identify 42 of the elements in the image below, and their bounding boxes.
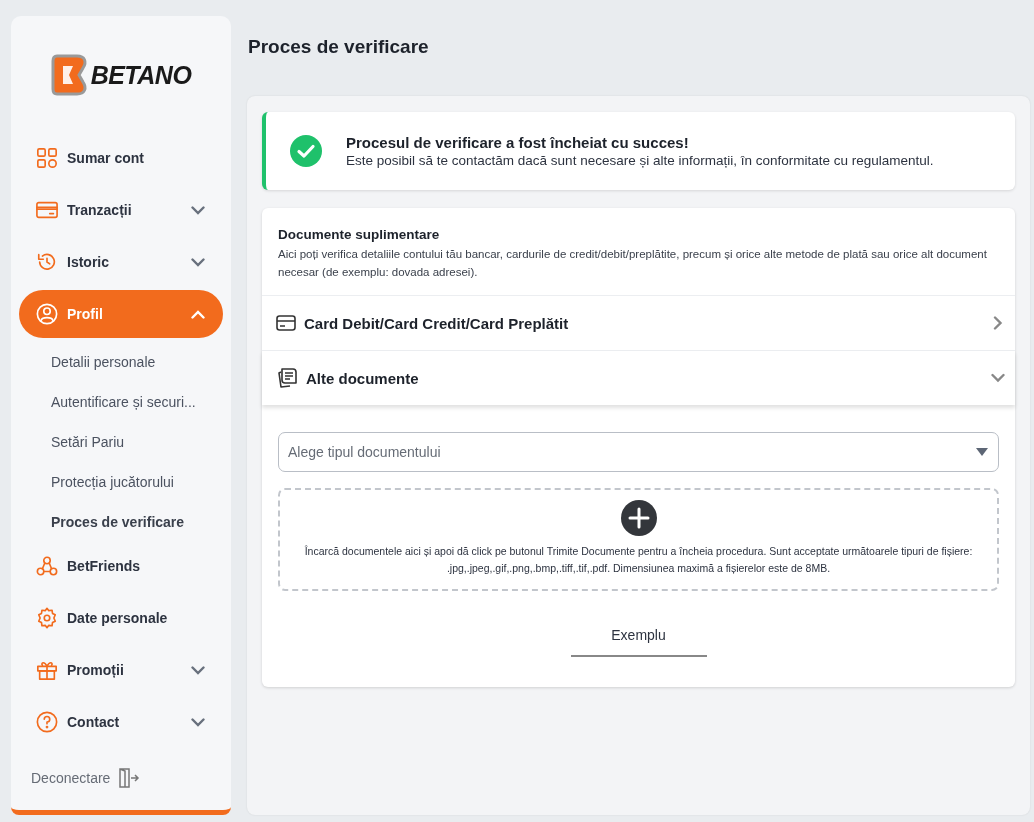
card-icon	[276, 315, 296, 331]
nav-item[interactable]: Istoric	[19, 238, 223, 286]
alert-message: Este posibil să te contactăm dacă sunt necesare și alte informații, în conformitate cu regulamentul.	[346, 153, 934, 168]
grid-icon	[36, 147, 58, 169]
submenu-item[interactable]: Proces de verificare	[19, 502, 223, 542]
history-icon	[36, 251, 58, 273]
section-description: Aici poți verifica detaliile contului tău bancar, cardurile de credit/debit/preplătite, precum și orice alte metode de plată sau orice alt document necesar (de exemplu: dovada adresei).	[278, 247, 988, 280]
dropdown-caret-icon	[975, 447, 989, 457]
nav-item[interactable]: Promoții	[19, 646, 223, 694]
submenu-item[interactable]: Setări Pariu	[19, 422, 223, 462]
logout-link[interactable]: Deconectare	[31, 768, 231, 788]
friends-icon	[36, 555, 58, 577]
accordion-row[interactable]: Alte documente	[262, 351, 1015, 405]
upload-dropzone[interactable]	[278, 488, 999, 591]
nav-item[interactable]: Sumar cont	[19, 134, 223, 182]
gear-icon	[36, 607, 58, 629]
nav-item[interactable]: Contact	[19, 698, 223, 746]
alert-title: Procesul de verificare a fost încheiat cu succes!	[346, 134, 690, 151]
submenu-item[interactable]: Detalii personale	[19, 342, 223, 382]
gift-icon	[36, 659, 58, 681]
submenu-item[interactable]: Protecția jucătorului	[19, 462, 223, 502]
help-icon	[36, 711, 58, 733]
accordion-row[interactable]: Card Debit/Card Credit/Card Preplătit	[262, 296, 1015, 351]
document-type-dropdown[interactable]: Alege tipul documentului	[278, 432, 999, 472]
section-title: Documente suplimentare	[278, 227, 441, 242]
exit-icon	[118, 768, 141, 788]
example-button[interactable]: Exemplu	[570, 621, 707, 657]
nav-item[interactable]: Tranzacții	[19, 186, 223, 234]
chevron-icon	[991, 316, 1005, 330]
documents-icon	[276, 367, 298, 389]
chevron-icon	[991, 371, 1005, 385]
card-icon	[36, 199, 58, 221]
page-title: Proces de verificare	[248, 36, 430, 59]
user-icon	[36, 303, 58, 325]
upload-instructions: Încarcă documentele aici și apoi dă click pe butonul Trimite Documente pentru a încheia procedura. Sunt acceptate următoarele tipuri de fișiere: .jpg,.jpeg,.gif,.png,.bmp,.tiff,.tif,.pdf. Dimensiunea maximă a fișierelor este de 8MB.	[303, 544, 974, 576]
logo-icon	[50, 54, 89, 96]
nav-item[interactable]: Date personale	[19, 594, 223, 642]
nav-item[interactable]: BetFriends	[19, 542, 223, 590]
plus-circle-icon	[620, 500, 657, 536]
submenu-item[interactable]: Autentificare și securi...	[19, 382, 223, 422]
check-circle-icon	[290, 135, 322, 167]
logo-text: BETANO	[90, 60, 192, 90]
